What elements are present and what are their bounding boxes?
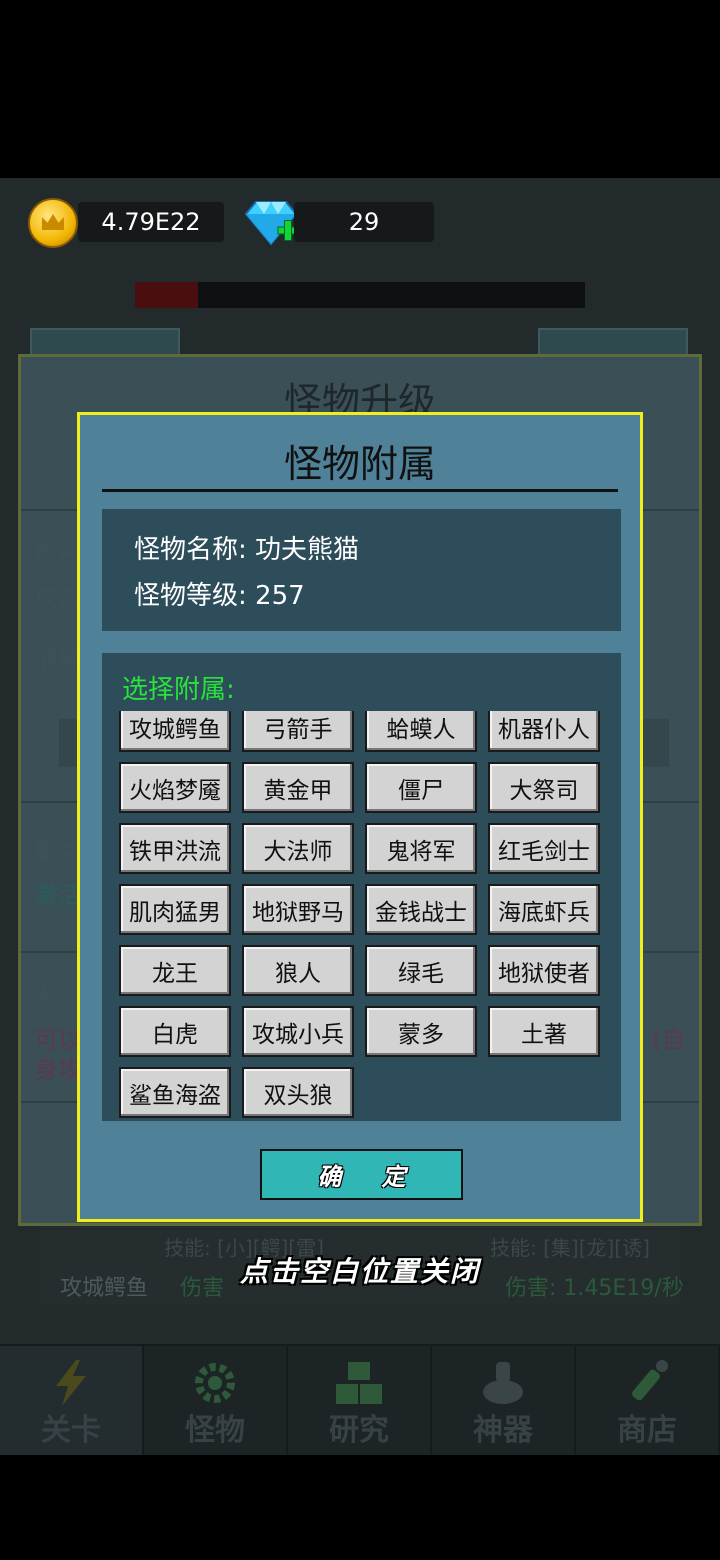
bg-label: 身攻 [34,1056,82,1084]
attachment-option[interactable]: 肌肉猛男 [119,884,231,935]
attachment-option[interactable]: 地狱野马 [242,884,354,935]
bg-label: 集中 [34,839,82,867]
select-label: 选择附属: [122,675,235,705]
attachment-select-box: 选择附属: 攻城鳄鱼 弓箭手 蛤蟆人 机器仆人火焰梦魇 黄金甲 僵尸 大祭司铁甲洪流 大法师鬼… [102,653,621,1121]
attachment-option[interactable]: 鲨鱼海盗 [119,1067,231,1118]
monster-attachment-dialog: 怪物附属 怪物名称: 功夫熊猫 怪物等级: 257 选择附属: 攻城鳄鱼 弓箭手蛤… [77,412,643,1222]
attachment-option[interactable]: 金钱战士 [365,884,477,935]
attachment-option[interactable]: 龙王 [119,945,231,996]
diamond-add-icon[interactable] [242,200,300,246]
gear-icon [195,1363,235,1403]
attachment-option[interactable]: 铁甲洪流 [119,823,231,874]
attachment-option[interactable]: 弓箭手 [242,711,354,752]
attachment-option[interactable]: 僵尸 [365,762,477,813]
bg-label: 激活 [34,881,82,909]
nav-label: 怪物 [185,1413,245,1448]
nav-label: 研究 [329,1413,389,1448]
attachment-option[interactable]: 大法师 [242,823,354,874]
attachment-option[interactable]: 绿毛 [365,945,477,996]
stage-progress-bar [135,282,585,308]
bottle-icon [632,1360,668,1401]
attachment-option[interactable]: 土著 [488,1006,600,1057]
attachment-option[interactable]: 机器仆人 [488,711,600,752]
bg-label: 攻击 [34,541,82,569]
diamond-value: 29 [348,208,380,236]
attachment-option[interactable]: 双头狼 [242,1067,354,1118]
bg-label: 攻击 [34,584,82,612]
attachment-option[interactable]: 白虎 [119,1006,231,1057]
progress-fill [135,282,198,308]
attachment-option[interactable]: 黄金甲 [242,762,354,813]
attachment-option[interactable]: 红毛剑士 [488,823,600,874]
nav-monster[interactable]: 怪物 [144,1346,288,1455]
gold-coin-icon [28,198,78,248]
nav-stage[interactable]: 关卡 [0,1346,144,1455]
attachment-option[interactable]: 大祭司 [488,762,600,813]
monster-level: 怪物等级: 257 [134,581,305,611]
attachment-grid[interactable]: 攻城鳄鱼 弓箭手 蛤蟆人 机器仆人火焰梦魇 黄金甲 僵尸 大祭司铁甲洪流 大法师 鬼将军 红毛剑士… [119,711,609,1121]
attachment-option[interactable]: 蒙多 [365,1006,477,1057]
attachment-option[interactable]: 狼人 [242,945,354,996]
confirm-button[interactable]: 确 定 [260,1149,463,1200]
nav-label: 商店 [617,1413,677,1448]
monster-info-box: 怪物名称: 功夫熊猫 怪物等级: 257 [102,509,621,631]
monster-name: 怪物名称: 功夫熊猫 [134,535,360,565]
dialog-title: 怪物附属 [283,442,436,486]
attachment-option[interactable]: 火焰梦魇 [119,762,231,813]
nav-label: 神器 [473,1413,533,1448]
gold-counter: 4.79E22 [78,202,224,242]
close-hint: 点击空白位置关闭 [239,1255,480,1288]
nav-artifact[interactable]: 神器 [432,1346,576,1455]
attachment-option[interactable]: 攻城小兵 [242,1006,354,1057]
bottom-nav: 关卡 怪物 研究 神器 商店 [0,1344,720,1455]
helmet-icon [483,1362,523,1404]
diamond-counter: 29 [294,202,434,242]
blocks-icon [336,1362,382,1404]
nav-research[interactable]: 研究 [288,1346,432,1455]
nav-label: 关卡 [41,1413,101,1448]
attachment-option[interactable]: 蛤蟆人 [365,711,477,752]
bg-label: (自 [652,1026,686,1054]
title-divider [102,489,618,492]
attachment-option[interactable]: 鬼将军 [365,823,477,874]
bg-label: 龙 [34,984,58,1012]
attachment-option[interactable]: 海底虾兵 [488,884,600,935]
nav-shop[interactable]: 商店 [576,1346,720,1455]
attachment-option[interactable]: 攻城鳄鱼 [119,711,231,752]
lightning-icon [56,1360,86,1406]
gold-value: 4.79E22 [101,208,201,236]
bg-label: 消耗 [34,646,82,674]
attachment-option[interactable]: 地狱使者 [488,945,600,996]
